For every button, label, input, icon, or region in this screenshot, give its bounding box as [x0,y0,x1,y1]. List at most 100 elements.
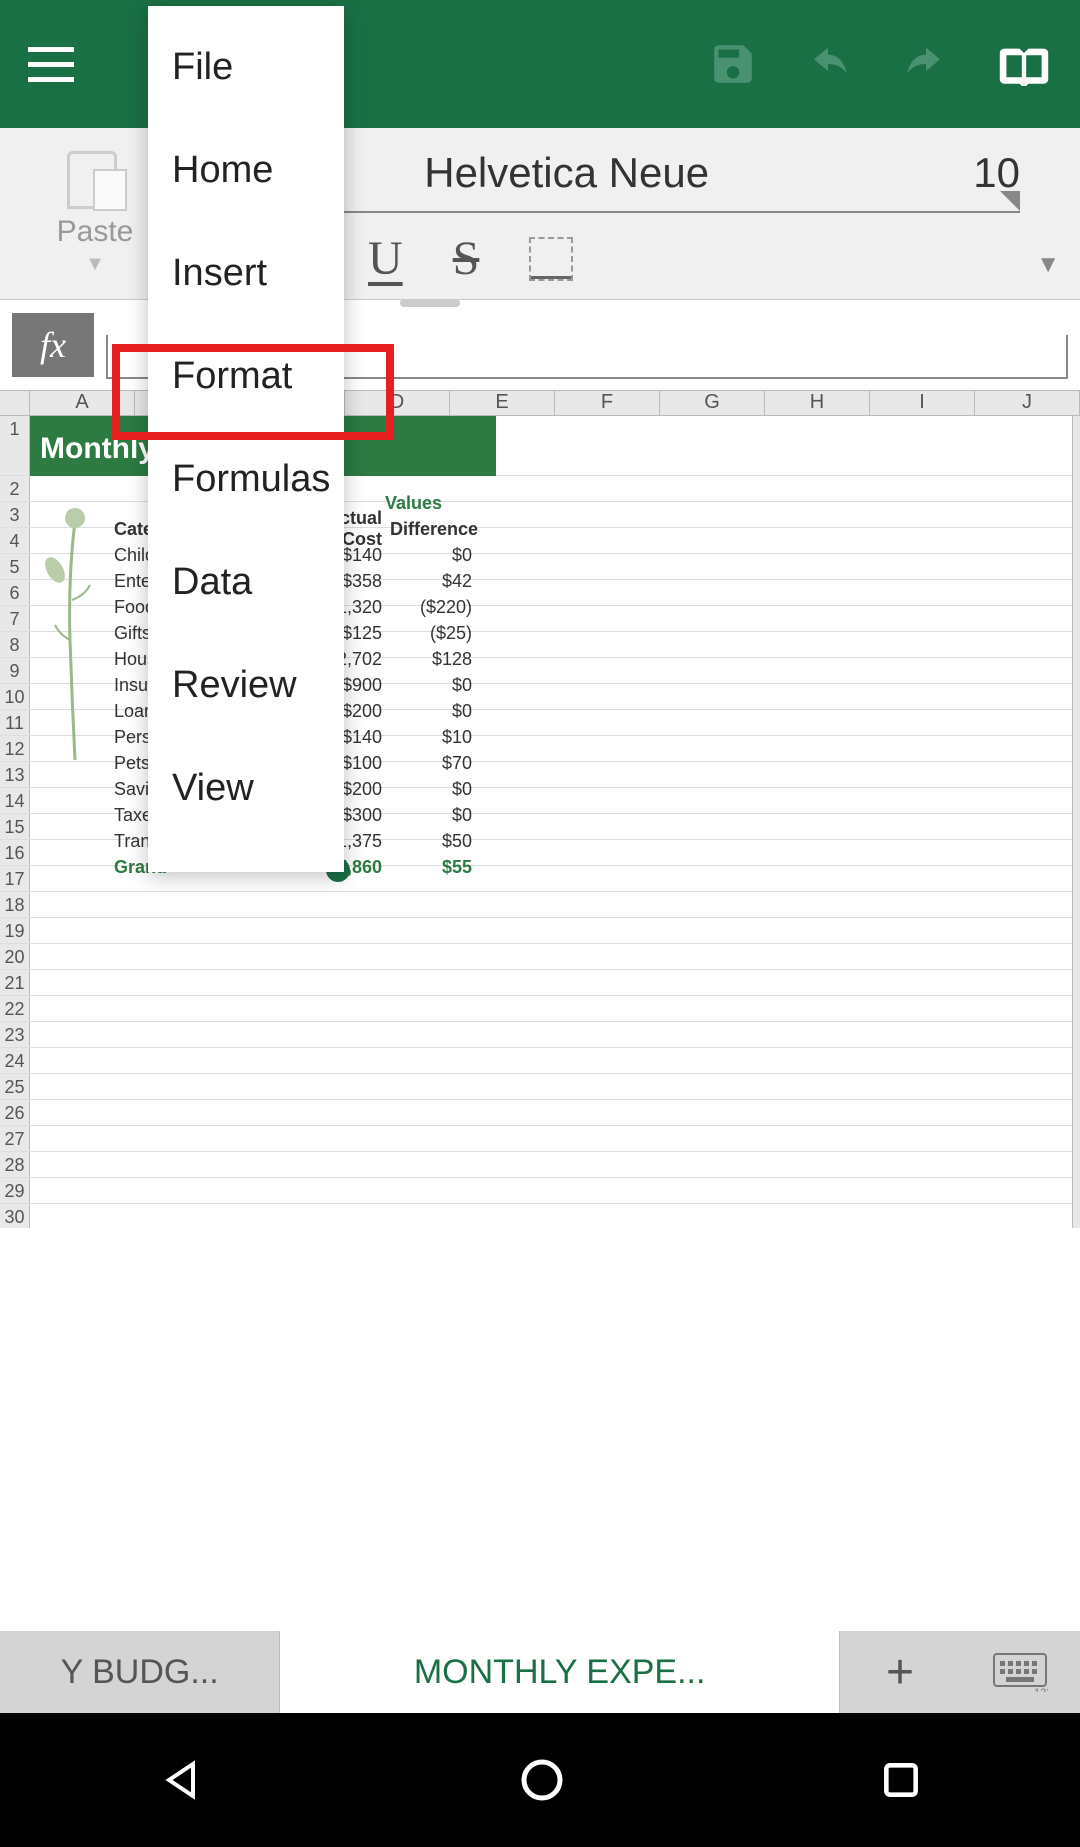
save-icon[interactable] [708,39,758,89]
undo-icon[interactable] [800,44,856,84]
view-mode-icon[interactable] [996,42,1052,86]
row: 27 [0,1126,1080,1152]
row-header[interactable]: 21 [0,970,30,995]
row-header[interactable]: 26 [0,1100,30,1125]
underline-button[interactable]: U [368,231,403,286]
paste-label: Paste [57,215,134,249]
col-header[interactable]: J [975,391,1080,415]
diff-cell[interactable]: $128 [390,649,480,670]
row-header[interactable]: 17 [0,866,30,891]
row-header[interactable]: 20 [0,944,30,969]
row-header[interactable]: 22 [0,996,30,1021]
row-header[interactable]: 9 [0,658,30,683]
menu-item-file[interactable]: File [148,16,344,119]
diff-cell[interactable]: $10 [390,727,480,748]
menu-item-data[interactable]: Data [148,531,344,634]
row-header[interactable]: 19 [0,918,30,943]
row-header[interactable]: 25 [0,1074,30,1099]
diff-cell[interactable]: $0 [390,675,480,696]
keyboard-toggle-button[interactable]: 123 [960,1631,1080,1713]
col-header[interactable]: F [555,391,660,415]
row-header[interactable]: 6 [0,580,30,605]
row-header[interactable]: 23 [0,1022,30,1047]
redo-icon[interactable] [898,44,954,84]
diff-cell[interactable]: $42 [390,571,480,592]
ribbon-drag-handle[interactable] [400,299,460,307]
row-header[interactable]: 7 [0,606,30,631]
row-header[interactable]: 15 [0,814,30,839]
row: 19 [0,918,1080,944]
border-button[interactable] [529,237,573,281]
row-header[interactable]: 2 [0,476,30,501]
svg-text:123: 123 [1034,1687,1048,1692]
diff-cell[interactable]: ($25) [390,623,480,644]
font-size-select[interactable]: 10 [973,149,1020,197]
sheet-tab-budget[interactable]: Y BUDG... [0,1631,280,1713]
row: 22 [0,996,1080,1022]
diff-cell[interactable]: $0 [390,545,480,566]
row-header[interactable]: 3 [0,502,30,527]
col-header[interactable]: H [765,391,870,415]
row: 20 [0,944,1080,970]
chevron-down-icon: ▼ [85,253,105,276]
select-all-corner[interactable] [0,391,30,415]
difference-header: Difference [390,519,480,540]
col-header[interactable]: I [870,391,975,415]
col-header[interactable]: E [450,391,555,415]
col-header[interactable]: D [345,391,450,415]
back-button[interactable] [157,1756,205,1804]
menu-item-insert[interactable]: Insert [148,222,344,325]
row: 18 [0,892,1080,918]
row-header[interactable]: 29 [0,1178,30,1203]
col-header[interactable]: G [660,391,765,415]
strikethrough-button[interactable]: S [453,231,480,286]
row-header[interactable]: 8 [0,632,30,657]
row: 24 [0,1048,1080,1074]
row-header[interactable]: 10 [0,684,30,709]
grand-total-diff: $55 [390,857,480,878]
diff-cell[interactable]: $0 [390,779,480,800]
row-header[interactable]: 18 [0,892,30,917]
row-header[interactable]: 1 [0,416,30,475]
row-header[interactable]: 28 [0,1152,30,1177]
row-header[interactable]: 14 [0,788,30,813]
menu-item-formulas[interactable]: Formulas [148,428,344,531]
row: 29 [0,1178,1080,1204]
dropdown-triangle-icon [1000,191,1020,211]
row-header[interactable]: 5 [0,554,30,579]
sheet-tabs-bar: Y BUDG... MONTHLY EXPE... + 123 [0,1631,1080,1713]
diff-cell[interactable]: $0 [390,701,480,722]
row-header[interactable]: 27 [0,1126,30,1151]
ribbon-expand-icon[interactable]: ▼ [1036,251,1060,279]
row-header[interactable]: 16 [0,840,30,865]
hamburger-menu-button[interactable] [28,47,74,82]
menu-item-format[interactable]: Format [148,325,344,428]
android-nav-bar [0,1713,1080,1847]
diff-cell[interactable]: $0 [390,805,480,826]
col-header[interactable]: A [30,391,135,415]
recents-button[interactable] [879,1758,923,1802]
menu-item-view[interactable]: View [148,737,344,840]
row: 23 [0,1022,1080,1048]
ribbon-tabs-menu: File Home Insert Format Formulas Data Re… [148,6,344,872]
home-button[interactable] [518,1756,566,1804]
row-header[interactable]: 4 [0,528,30,553]
menu-item-home[interactable]: Home [148,119,344,222]
menu-item-review[interactable]: Review [148,634,344,737]
row-header[interactable]: 11 [0,710,30,735]
row-header[interactable]: 12 [0,736,30,761]
paste-button[interactable]: Paste ▼ [30,151,160,276]
diff-cell[interactable]: $70 [390,753,480,774]
plant-decoration-image [40,500,110,760]
diff-cell[interactable]: ($220) [390,597,480,618]
scrollbar-vertical[interactable] [1072,416,1080,1228]
sheet-tab-monthly-expenses[interactable]: MONTHLY EXPE... [280,1631,840,1713]
diff-cell[interactable]: $50 [390,831,480,852]
clipboard-icon [67,151,123,207]
add-sheet-button[interactable]: + [840,1631,960,1713]
row: 26 [0,1100,1080,1126]
row-header[interactable]: 24 [0,1048,30,1073]
row-header[interactable]: 13 [0,762,30,787]
fx-button[interactable]: fx [12,313,94,377]
row-header[interactable]: 30 [0,1204,30,1228]
